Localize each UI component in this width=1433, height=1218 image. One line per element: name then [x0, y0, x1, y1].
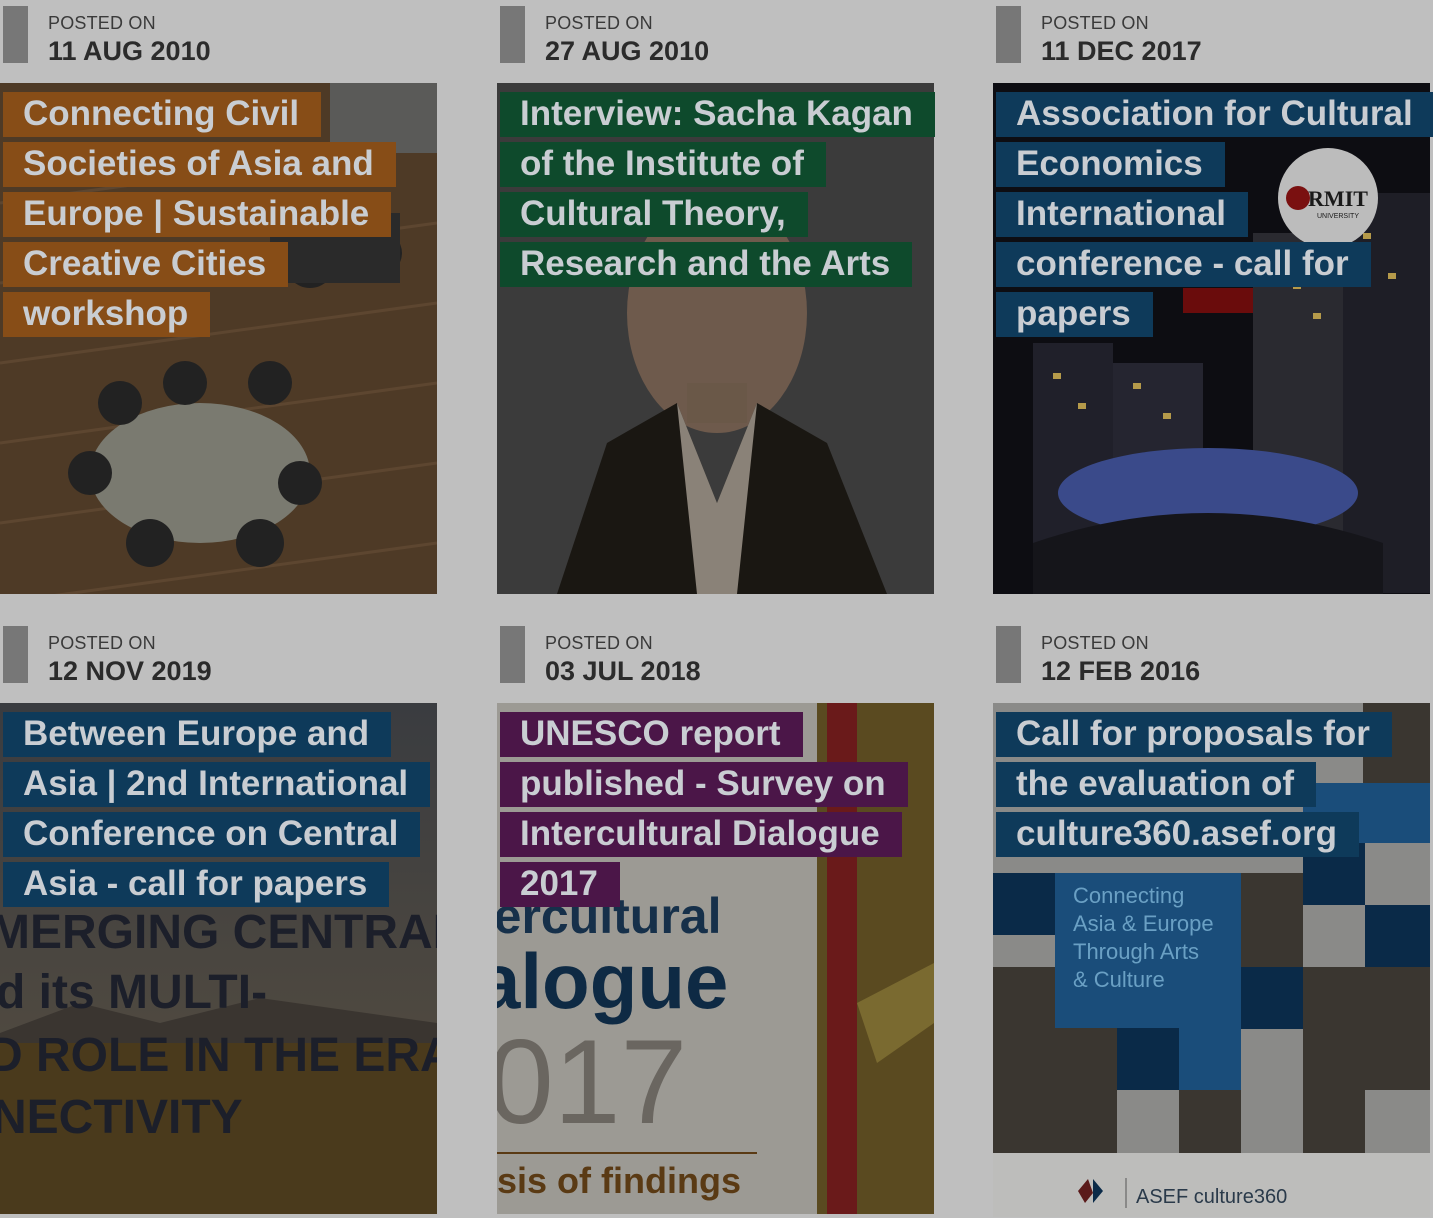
- post-title-wrap: Association for Cultural Economics Inter…: [996, 89, 1433, 339]
- post-title-link[interactable]: UNESCO report published - Survey on Inte…: [500, 712, 908, 907]
- post-card[interactable]: POSTED ON 12 NOV 2019 MERGING CENTRAL d …: [0, 620, 440, 1218]
- cover-line-4: sis of findings: [497, 1160, 741, 1201]
- date-marker: [500, 6, 525, 63]
- asef-tagline-4: & Culture: [1073, 967, 1165, 992]
- asef-tagline-3: Through Arts: [1073, 939, 1199, 964]
- post-meta: POSTED ON 12 NOV 2019: [0, 620, 440, 700]
- post-title-link[interactable]: Between Europe and Asia | 2nd Internatio…: [3, 712, 431, 907]
- poster-line-3: D ROLE IN THE ERA: [0, 1029, 437, 1082]
- posted-on-label: POSTED ON: [48, 13, 156, 33]
- poster-line-1: MERGING CENTRAL: [0, 906, 437, 959]
- asef-brand-text: ASEF culture360: [1136, 1186, 1287, 1208]
- post-card[interactable]: POSTED ON 03 JUL 2018 tercultural alogue…: [497, 620, 937, 1218]
- post-card[interactable]: POSTED ON 12 FEB 2016 Connecting Asia & …: [993, 620, 1433, 1218]
- posted-on-label: POSTED ON: [1041, 633, 1149, 653]
- post-meta: POSTED ON 12 FEB 2016: [993, 620, 1433, 700]
- post-title-link[interactable]: Interview: Sacha Kagan of the Institute …: [500, 92, 935, 287]
- post-date: 03 JUL 2018: [545, 656, 701, 686]
- post-title-link[interactable]: Connecting Civil Societies of Asia and E…: [3, 92, 396, 337]
- post-title-link[interactable]: Call for proposals for the evaluation of…: [996, 712, 1392, 857]
- posted-on-label: POSTED ON: [48, 633, 156, 653]
- asef-tagline-1: Connecting: [1073, 883, 1184, 908]
- post-meta: POSTED ON 03 JUL 2018: [497, 620, 937, 700]
- post-date: 27 AUG 2010: [545, 36, 710, 66]
- post-meta: POSTED ON 11 AUG 2010: [0, 0, 440, 80]
- date-marker: [996, 6, 1021, 63]
- post-grid: POSTED ON 11 AUG 2010 Connecting Civil S…: [0, 0, 1433, 1218]
- post-meta: POSTED ON 27 AUG 2010: [497, 0, 937, 80]
- post-meta: POSTED ON 11 DEC 2017: [993, 0, 1433, 80]
- post-card[interactable]: POSTED ON 11 AUG 2010 Connecting Civil S…: [0, 0, 440, 600]
- post-card[interactable]: POSTED ON 27 AUG 2010 Interview: Sacha K…: [497, 0, 937, 600]
- post-title-wrap: Connecting Civil Societies of Asia and E…: [3, 89, 423, 339]
- post-title-wrap: Between Europe and Asia | 2nd Internatio…: [3, 709, 431, 909]
- post-title-wrap: UNESCO report published - Survey on Inte…: [500, 709, 920, 909]
- post-card[interactable]: POSTED ON 11 DEC 2017 RMIT UNIVERSITY As…: [993, 0, 1433, 600]
- poster-line-2: d its MULTI-: [0, 966, 267, 1019]
- posted-on-label: POSTED ON: [545, 633, 653, 653]
- post-title-link[interactable]: Association for Cultural Economics Inter…: [996, 92, 1433, 337]
- post-date: 11 DEC 2017: [1041, 36, 1202, 66]
- posted-on-label: POSTED ON: [1041, 13, 1149, 33]
- asef-tagline-2: Asia & Europe: [1073, 911, 1214, 936]
- date-marker: [500, 626, 525, 683]
- date-marker: [3, 6, 28, 63]
- post-title-wrap: Call for proposals for the evaluation of…: [996, 709, 1416, 859]
- cover-line-3: 017: [497, 1015, 687, 1149]
- post-date: 12 NOV 2019: [48, 656, 212, 686]
- cover-line-2: alogue: [497, 937, 728, 1025]
- poster-line-4: NECTIVITY: [0, 1091, 243, 1144]
- post-date: 11 AUG 2010: [48, 36, 211, 66]
- posted-on-label: POSTED ON: [545, 13, 653, 33]
- post-title-wrap: Interview: Sacha Kagan of the Institute …: [500, 89, 935, 289]
- date-marker: [996, 626, 1021, 683]
- date-marker: [3, 626, 28, 683]
- post-date: 12 FEB 2016: [1041, 656, 1201, 686]
